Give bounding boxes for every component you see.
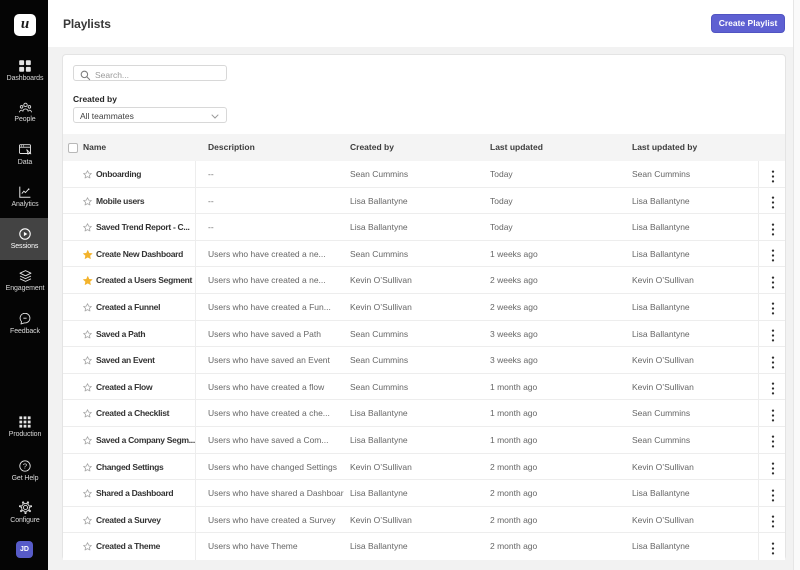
- svg-text:?: ?: [23, 462, 27, 471]
